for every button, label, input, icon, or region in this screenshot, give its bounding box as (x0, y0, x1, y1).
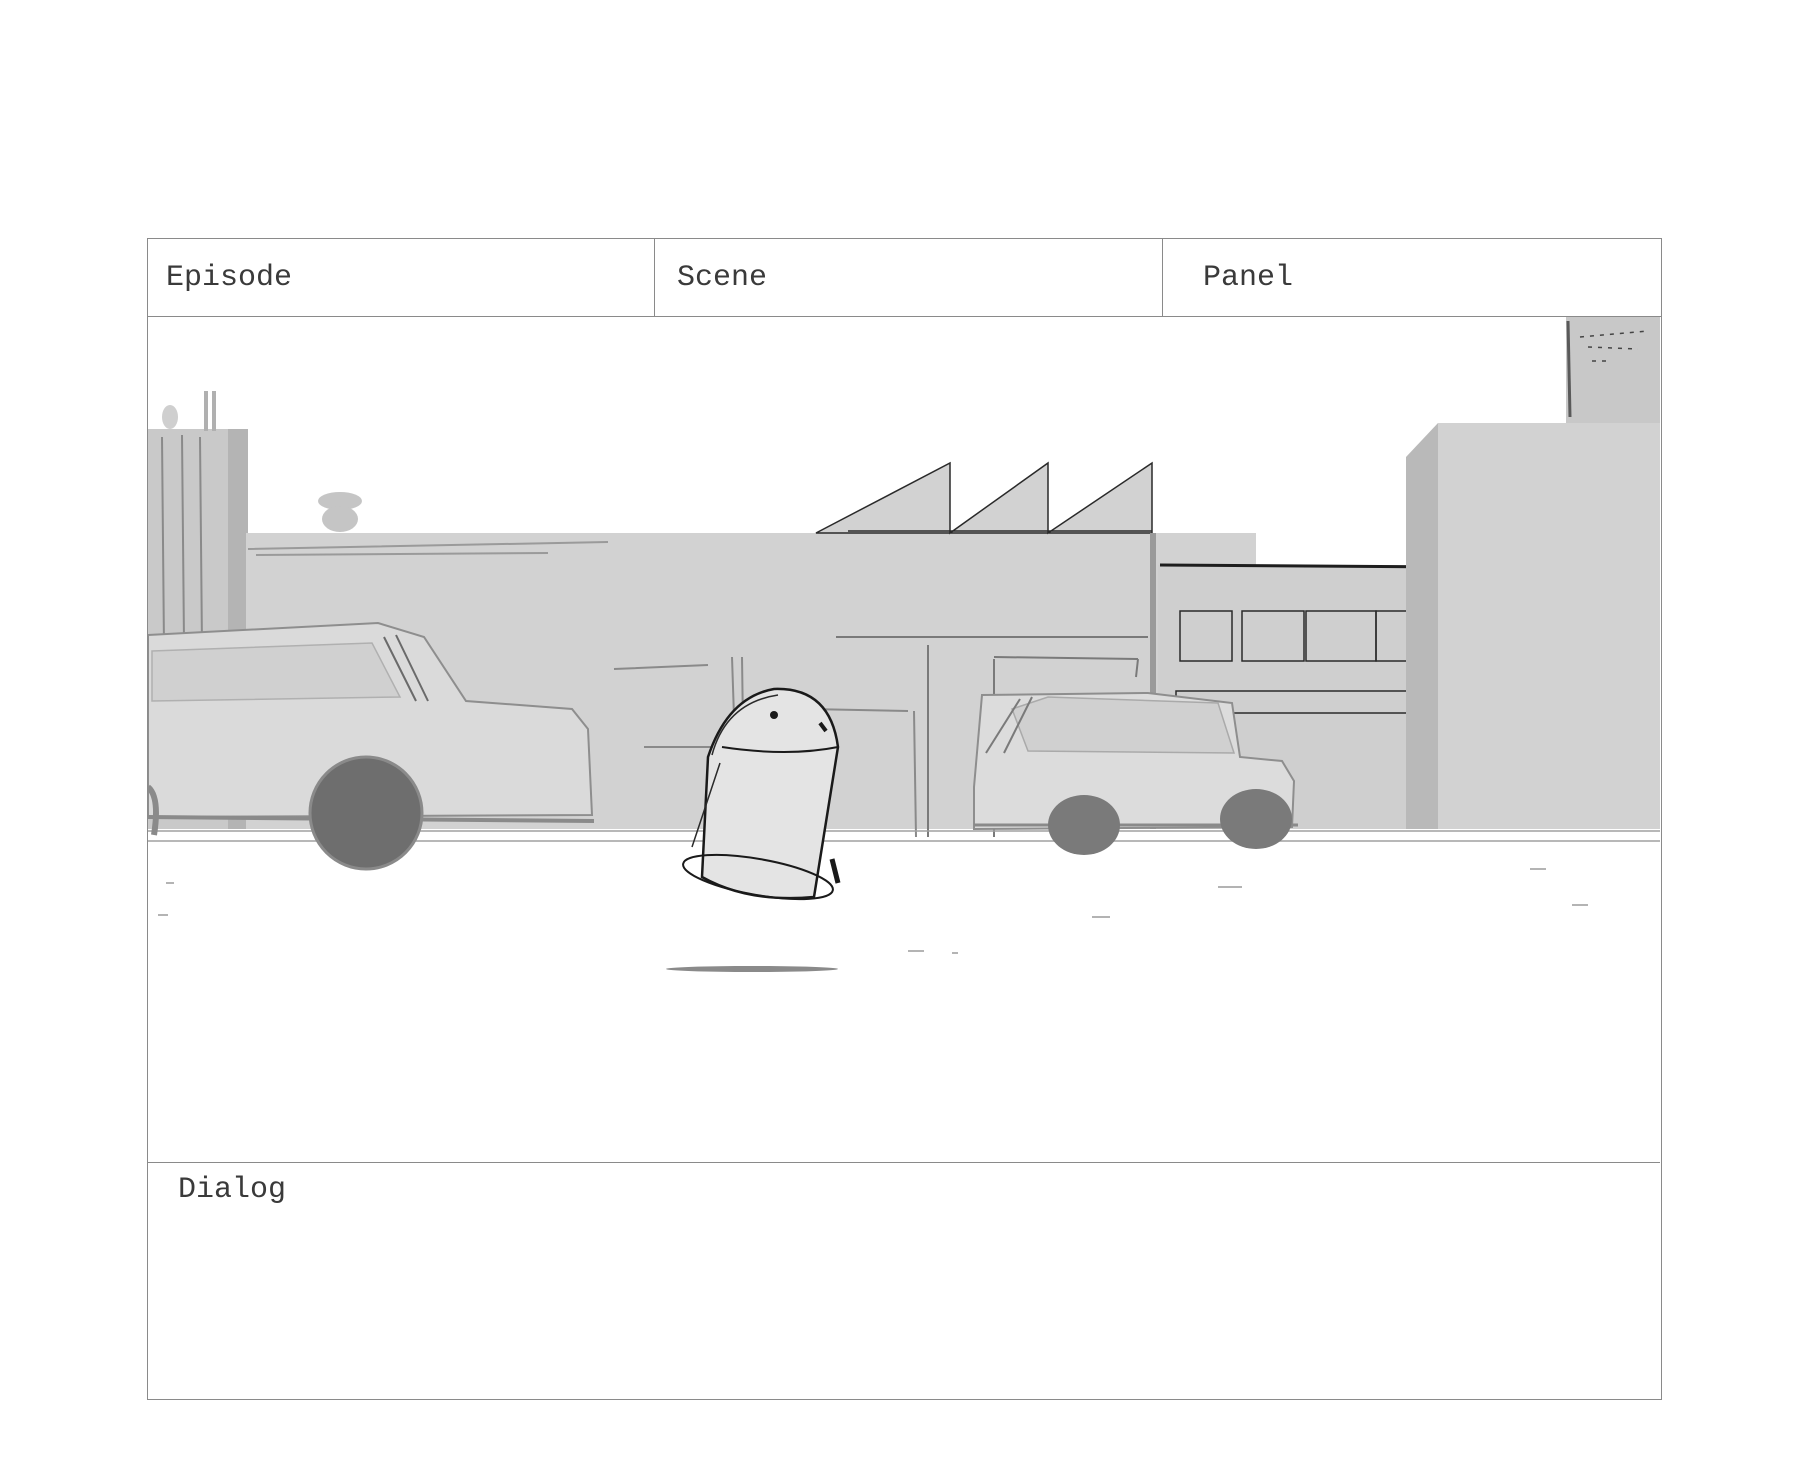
panel-label: Panel (1203, 261, 1294, 295)
storyboard-frame: Episode Scene Panel Dialog (147, 238, 1662, 1400)
sketch-panel (148, 317, 1660, 1163)
scene-label: Scene (677, 261, 768, 295)
episode-field[interactable]: Episode (148, 239, 655, 316)
storyboard-header: Episode Scene Panel (148, 239, 1661, 317)
scene-field[interactable]: Scene (655, 239, 1163, 316)
street-scene-sketch (148, 317, 1660, 1162)
episode-label: Episode (166, 261, 293, 295)
dialog-label: Dialog (178, 1173, 287, 1207)
dialog-section[interactable]: Dialog (148, 1163, 1661, 1399)
panel-field[interactable]: Panel (1163, 239, 1661, 316)
